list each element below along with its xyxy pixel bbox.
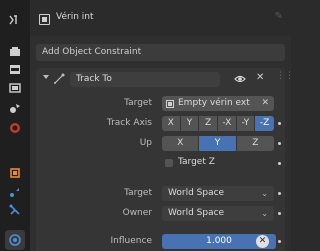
clear-target-icon[interactable]: ✕ — [261, 96, 269, 111]
keyframe-dot-icon[interactable] — [278, 212, 281, 215]
object-tab-icon[interactable] — [5, 163, 25, 183]
add-object-constraint-button[interactable]: Add Object Constraint — [36, 44, 285, 61]
properties-panel: Vérin int ✎ Add Object Constraint Track … — [30, 0, 294, 251]
track-axis-option-y[interactable]: Y — [180, 116, 200, 131]
target-space-label: Target — [124, 188, 152, 198]
panel-header: Vérin int ✎ — [30, 0, 291, 36]
keyframe-dot-icon[interactable] — [278, 240, 281, 243]
keyframe-dot-icon[interactable] — [278, 122, 281, 125]
target-label: Target — [124, 98, 152, 108]
scene-tab-icon[interactable] — [5, 98, 25, 118]
constraint-header: Track To ✕ ⋮⋮ — [36, 68, 294, 90]
delete-constraint-icon[interactable]: ✕ — [256, 72, 264, 83]
track-axis-option-neg-z[interactable]: -Z — [255, 116, 274, 131]
collapse-triangle-icon[interactable] — [43, 75, 49, 79]
track-axis-option-neg-x[interactable]: -X — [217, 116, 237, 131]
target-field[interactable]: Empty vérin ext ✕ — [162, 96, 274, 111]
owner-space-dropdown[interactable]: World Space ⌄ — [162, 206, 274, 221]
world-tab-icon[interactable] — [5, 118, 25, 138]
target-z-label: Target Z — [178, 157, 215, 167]
up-axis-option-x[interactable]: X — [162, 136, 200, 151]
empty-object-icon — [166, 100, 174, 108]
chevron-down-icon: ⌄ — [261, 209, 268, 218]
target-z-checkbox[interactable] — [165, 159, 173, 167]
view-layer-tab-icon[interactable] — [5, 78, 25, 98]
up-axis-option-z[interactable]: Z — [236, 136, 274, 151]
constraint-name-field[interactable]: Track To — [70, 72, 220, 87]
target-space-value: World Space — [168, 188, 225, 198]
target-value: Empty vérin ext — [178, 98, 250, 108]
owner-space-label: Owner — [122, 208, 152, 218]
chevron-down-icon: ⌄ — [261, 189, 268, 198]
owner-space-value: World Space — [168, 208, 225, 218]
tool-tab-icon[interactable] — [5, 10, 25, 30]
up-label: Up — [139, 138, 152, 148]
track-axis-option-x[interactable]: X — [162, 116, 181, 131]
up-axis-selector: XYZ — [162, 136, 274, 151]
keyframe-dot-icon[interactable] — [278, 142, 281, 145]
constraints-tab-icon[interactable] — [5, 230, 25, 250]
track-to-constraint-panel: Track To ✕ ⋮⋮ Target Empty vérin ext ✕ T… — [36, 68, 294, 251]
eye-icon[interactable] — [234, 73, 246, 85]
target-space-dropdown[interactable]: World Space ⌄ — [162, 186, 274, 201]
pin-icon[interactable]: ✎ — [275, 11, 283, 22]
particles-tab-icon[interactable] — [5, 200, 25, 220]
track-axis-selector: X Y Z -X -Y -Z — [162, 116, 274, 131]
up-axis-option-y[interactable]: Y — [199, 136, 237, 151]
track-axis-label: Track Axis — [106, 118, 152, 128]
drag-handle-icon[interactable]: ⋮⋮ — [276, 71, 294, 81]
track-axis-option-neg-y[interactable]: -Y — [236, 116, 256, 131]
object-icon — [39, 14, 50, 25]
keyframe-dot-icon[interactable] — [278, 162, 281, 165]
modifiers-tab-icon[interactable] — [5, 182, 25, 202]
output-tab-icon[interactable] — [5, 60, 25, 80]
keyframe-dot-icon[interactable] — [278, 192, 281, 195]
disable-keep-temp-icon[interactable]: ✕ — [256, 235, 269, 248]
render-tab-icon[interactable] — [5, 42, 25, 62]
influence-label: Influence — [110, 236, 152, 246]
track-axis-option-z[interactable]: Z — [199, 116, 218, 131]
object-name: Vérin int — [56, 12, 94, 22]
properties-tab-bar — [0, 0, 30, 251]
track-to-icon — [54, 73, 65, 84]
